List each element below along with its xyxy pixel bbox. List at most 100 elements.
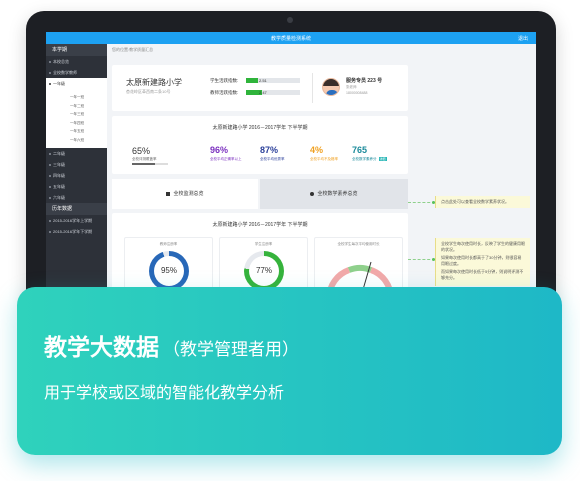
tab-math-literacy[interactable]: 全校数学素养总览 <box>260 179 408 209</box>
app-title: 教学质量检测系统 <box>270 36 311 42</box>
tablet-screen: 教学质量检测系统 退出 本学期 本校总览 全校数学教师 一年级 一年一班 一年二… <box>46 32 536 302</box>
circle-icon <box>310 191 315 196</box>
summary-card: 太原新建路小学 2016－2017学年 下半学期 65% 全校评测覆盖率 96%… <box>112 116 408 174</box>
banner-title-main: 教学大数据 <box>44 334 159 360</box>
banner-title-sub: （教学管理者用） <box>163 340 299 359</box>
class-item[interactable]: 一年五班 <box>46 127 107 136</box>
teacher-register-ring: 95% <box>149 251 189 291</box>
sidebar-item-grade4[interactable]: 四年级 <box>46 170 107 181</box>
banner-subtitle: 用于学校或区域的智能化教学分析 <box>44 385 285 402</box>
sidebar-item-history[interactable]: 2015-2016学年上学期 <box>46 215 107 226</box>
bullet-icon <box>49 152 51 155</box>
sidebar-item-grade1[interactable]: 一年级 <box>46 78 107 89</box>
teacher-activity-bar: 2.47 <box>246 90 300 95</box>
class-item[interactable]: 一年二班 <box>46 102 107 111</box>
student-register-ring: 77% <box>244 251 284 291</box>
list-icon <box>166 191 171 196</box>
sidebar-item-label: 本校总览 <box>53 59 69 64</box>
sidebar-item-grade2[interactable]: 二年级 <box>46 148 107 159</box>
sidebar-section-current: 本学期 <box>46 44 107 56</box>
teacher-activity-label: 教师活跃指数: <box>210 90 239 95</box>
expert-phone: 18000008488 <box>346 91 368 95</box>
metric-label: 全校平均正确率以上 <box>210 157 242 161</box>
stat-value: 95% <box>154 256 184 286</box>
tab-school-monitor[interactable]: 全校监测总览 <box>112 179 258 209</box>
class-item[interactable]: 一年四班 <box>46 119 107 128</box>
tab-label: 全校数学素养总览 <box>317 191 358 197</box>
bullet-icon <box>49 60 51 63</box>
bullet-icon <box>49 71 51 74</box>
expert-name: 服务专员 223 号 <box>346 78 383 84</box>
school-info-card: 太原新建路小学 杏花岭区革西南二条10号 学生活跃指数: 2.51 教师活跃指数… <box>112 65 408 111</box>
bullet-icon <box>49 219 51 222</box>
sidebar-item-overview[interactable]: 本校总览 <box>46 56 107 67</box>
coverage-bar <box>132 163 168 165</box>
metric-value: 765 <box>352 145 368 155</box>
bullet-icon <box>49 230 51 233</box>
tablet-camera <box>287 17 293 23</box>
callout-usage: 全校学生每次使用时长，反映了学生的健康用眼的状况。 如果每次使用时长都高于了30… <box>435 238 530 286</box>
metric-label: 全校平均不及格率 <box>310 157 338 161</box>
teacher-activity-value: 2.47 <box>259 89 267 95</box>
bullet-icon <box>49 174 51 177</box>
feature-banner: 教学大数据 （教学管理者用） 用于学校或区域的智能化教学分析 <box>17 287 562 455</box>
metric-label: 全校数学素养分 详细 <box>352 157 387 162</box>
hero-stage: 教学质量检测系统 退出 本学期 本校总览 全校数学教师 一年级 一年一班 一年二… <box>0 0 580 481</box>
callout-text: 全校学生每次使用时长，反映了学生的健康用眼的状况。 <box>441 241 525 252</box>
class-item[interactable]: 一年一班 <box>46 93 107 102</box>
tab-label: 全校监测总览 <box>173 191 204 197</box>
sidebar-item-label: 二年级 <box>53 151 65 156</box>
bullet-icon <box>49 82 51 85</box>
metric-value: 96% <box>210 145 229 155</box>
exit-button[interactable]: 退出 <box>518 35 528 42</box>
student-activity-value: 2.51 <box>259 77 267 83</box>
callout-text: 点击此处可以查看全校数学素养状况。 <box>441 199 509 204</box>
coverage-value: 65% <box>132 146 151 156</box>
stat-label: 学生注册率 <box>254 242 273 246</box>
stat-label: 全校学生每次平均使用时长 <box>337 242 380 246</box>
bullet-icon <box>49 163 51 166</box>
expert-role: 张老师 <box>346 85 357 89</box>
bullet-icon <box>49 185 51 188</box>
sidebar-item-label: 六年级 <box>53 195 65 200</box>
sidebar-item-label: 2015-2016学年下学期 <box>53 229 93 234</box>
sidebar-item-label: 2015-2016学年上学期 <box>53 218 93 223</box>
sidebar-item-label: 全校数学教师 <box>53 70 77 75</box>
detail-title: 太原新建路小学 2016－2017学年 下半学期 <box>212 222 308 228</box>
app-topbar: 教学质量检测系统 退出 <box>46 32 536 44</box>
metric-value: 87% <box>260 145 279 155</box>
callout-text: 而如果每次使用时长低于5分钟，则说明评测不够充分。 <box>441 269 524 280</box>
banner-title: 教学大数据 （教学管理者用） <box>44 328 299 362</box>
sidebar-item-teachers[interactable]: 全校数学教师 <box>46 67 107 78</box>
sidebar: 本学期 本校总览 全校数学教师 一年级 一年一班 一年二班 一年三班 一年四班 … <box>46 44 107 302</box>
sidebar-item-grade5[interactable]: 五年级 <box>46 181 107 192</box>
callout-line <box>408 202 435 203</box>
class-item[interactable]: 一年六班 <box>46 136 107 145</box>
detail-tag-button[interactable]: 详细 <box>378 157 387 162</box>
stat-value: 77% <box>249 256 279 286</box>
tablet-frame: 教学质量检测系统 退出 本学期 本校总览 全校数学教师 一年级 一年一班 一年二… <box>26 11 556 311</box>
school-name: 太原新建路小学 <box>126 78 182 87</box>
sidebar-item-label: 一年级 <box>53 81 65 86</box>
bullet-icon <box>49 196 51 199</box>
coverage-label: 全校评测覆盖率 <box>132 157 157 161</box>
divider <box>312 73 313 103</box>
avatar <box>322 78 340 96</box>
callout-text: 如果每次使用时长都高于了30分钟，则很容易用眼过度。 <box>441 255 522 266</box>
class-item[interactable]: 一年三班 <box>46 110 107 119</box>
breadcrumb: 您的位置:教学质量汇总 <box>112 47 154 52</box>
school-address: 杏花岭区革西南二条10号 <box>126 89 171 94</box>
metric-label: 全校平均优秀率 <box>260 157 285 161</box>
sidebar-item-grade3[interactable]: 三年级 <box>46 159 107 170</box>
sidebar-item-label: 三年级 <box>53 162 65 167</box>
grade1-class-list: 一年一班 一年二班 一年三班 一年四班 一年五班 一年六班 <box>46 89 107 148</box>
sidebar-item-label: 四年级 <box>53 173 65 178</box>
sidebar-item-history[interactable]: 2015-2016学年下学期 <box>46 226 107 237</box>
metric-value: 4% <box>310 145 324 155</box>
student-activity-bar: 2.51 <box>246 78 300 83</box>
sidebar-section-history: 历年数据 <box>46 203 107 215</box>
summary-title: 太原新建路小学 2016－2017学年 下半学期 <box>212 125 308 131</box>
sidebar-item-grade6[interactable]: 六年级 <box>46 192 107 203</box>
callout-line <box>408 259 435 260</box>
stat-label: 教师注册率 <box>159 242 178 246</box>
